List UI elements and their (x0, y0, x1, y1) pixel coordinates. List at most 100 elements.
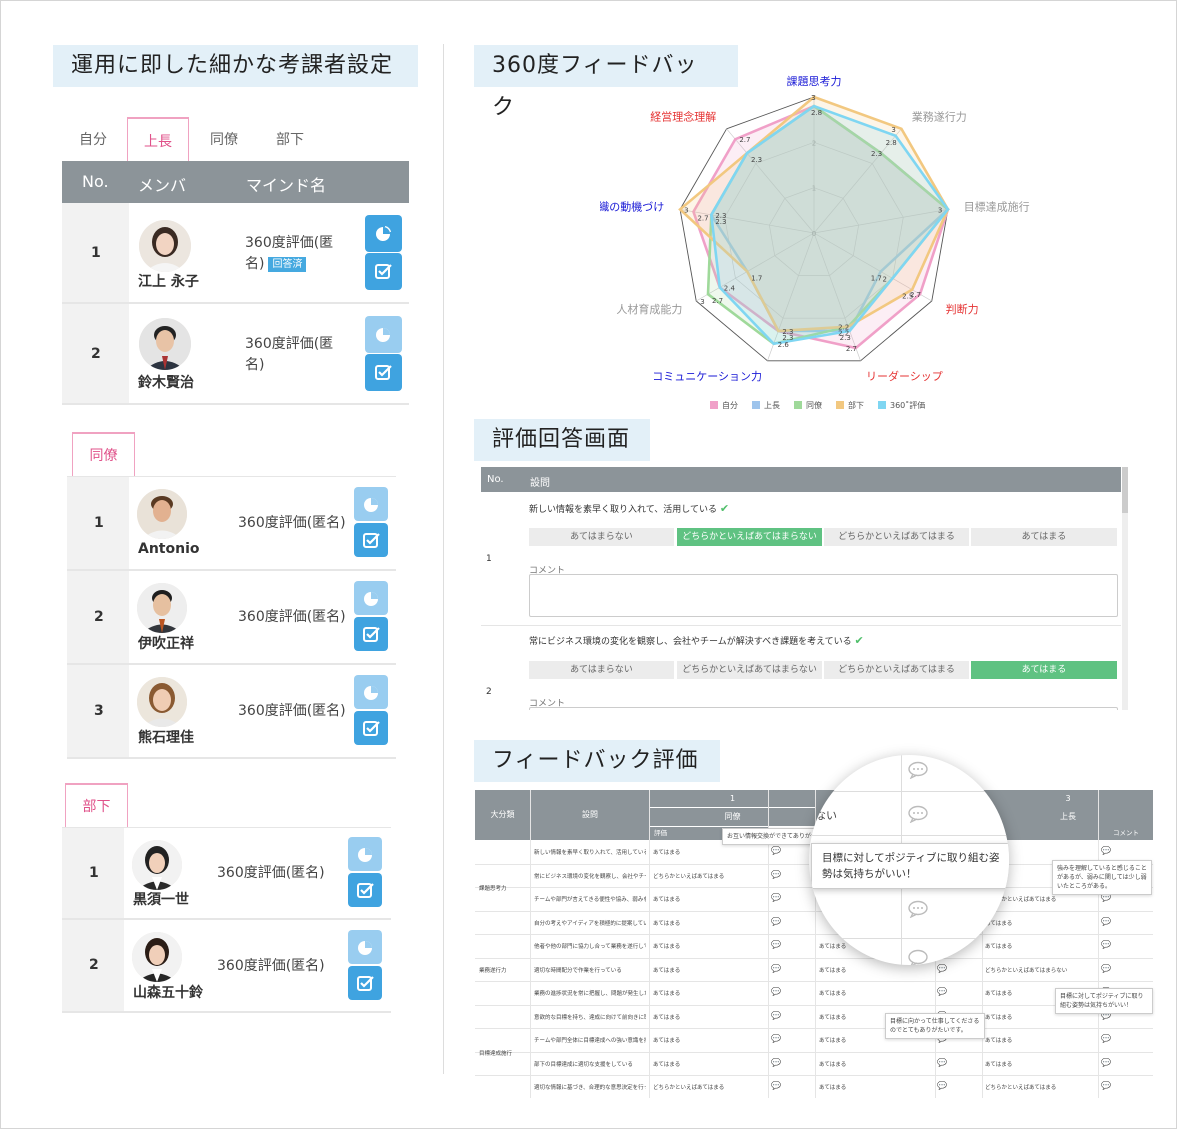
pie-chart-icon (364, 686, 378, 700)
tab-boss[interactable]: 上長 (127, 117, 189, 161)
answer-button[interactable] (354, 711, 388, 745)
answer-button[interactable] (348, 873, 382, 907)
legend-label: 上長 (764, 401, 780, 410)
speech-bubble-icon[interactable]: 💬 (771, 964, 781, 973)
category-cell: 課題思考力 (479, 886, 507, 892)
eval-cell: どちらかといえばあてはまる (653, 873, 725, 880)
pie-chart-icon (376, 226, 391, 241)
radar-value-label: 2.3 (782, 328, 793, 336)
row-number: 2 (94, 609, 104, 625)
result-chart-button[interactable] (348, 930, 382, 964)
tab-peer-section[interactable]: 同僚 (72, 432, 135, 476)
radar-value-label: 2.3 (751, 156, 762, 164)
legend-label: 同僚 (806, 400, 822, 410)
header-mind: マインド名 (246, 176, 327, 195)
avatar (137, 677, 187, 727)
survey-name: 360度評価(匿名) (217, 958, 325, 974)
member-name: 山森五十鈴 (133, 985, 203, 1001)
question-cell: 部下の目標達成に適切な支援をしている (534, 1061, 633, 1068)
speech-bubble-icon[interactable]: 💬 (1101, 846, 1111, 855)
answer-option[interactable]: あてはまらない (529, 528, 674, 546)
answer-button[interactable] (365, 354, 402, 391)
answer-button[interactable] (348, 966, 382, 1000)
answer-option[interactable]: どちらかといえばあてはまる (824, 661, 969, 679)
question-cell: チームや部門が言えてきる便性や協み、弱みを理解している (534, 897, 646, 903)
avatar (132, 840, 182, 890)
question-cell: 業務の進捗状況を常に把握し、問題が発生したときにも素早く対処を行っている (534, 991, 646, 997)
speech-bubble-icon[interactable]: 💬 (1101, 917, 1111, 926)
tab-self[interactable]: 自分 (62, 117, 124, 161)
header-comment: コメント (1099, 827, 1153, 840)
speech-bubble-icon[interactable]: 💬 (937, 964, 947, 973)
speech-bubble-icon[interactable]: 💬 (771, 870, 781, 879)
result-chart-button[interactable] (365, 316, 402, 353)
speech-bubble-icon[interactable]: 💬 (771, 987, 781, 996)
speech-bubble-icon[interactable]: 💬 (771, 1058, 781, 1067)
tab-subordinate[interactable]: 部下 (259, 117, 321, 161)
legend-swatch (752, 401, 760, 409)
speech-bubble-icon[interactable]: 💬 (1101, 940, 1111, 949)
question-cell: 自分の考えやアイディアを積極的に提案している (534, 920, 646, 927)
scrollbar[interactable] (1122, 467, 1128, 710)
result-chart-button[interactable] (365, 215, 402, 252)
tab-peer[interactable]: 同僚 (193, 117, 255, 161)
eval-cell: あてはまる (653, 920, 681, 927)
speech-bubble-icon[interactable] (907, 900, 929, 918)
speech-bubble-icon[interactable] (907, 761, 929, 779)
result-chart-button[interactable] (354, 675, 388, 709)
speech-bubble-icon[interactable]: 💬 (771, 917, 781, 926)
comment-input[interactable] (529, 574, 1118, 617)
checkbox-icon (357, 883, 374, 898)
question-text: 常にビジネス環境の変化を観察し、会社やチームが解決すべき課題を考えている ✔ (529, 634, 864, 647)
speech-bubble-icon[interactable]: 💬 (771, 1081, 781, 1090)
radar-value-label: 3 (891, 126, 895, 134)
role-tabs: 自分 上長 同僚 部下 (62, 117, 409, 161)
speech-bubble-icon[interactable] (907, 949, 929, 965)
answer-option[interactable]: あてはまらない (529, 661, 674, 679)
speech-bubble-icon[interactable]: 💬 (771, 940, 781, 949)
speech-bubble-icon[interactable]: 💬 (937, 987, 947, 996)
member-name: 熊石理佳 (138, 730, 194, 746)
speech-bubble-icon[interactable]: 💬 (771, 893, 781, 902)
radar-value-label: 2.7 (712, 297, 723, 305)
eval-cell: あてはまる (653, 1038, 681, 1044)
answer-option[interactable]: あてはまる (971, 528, 1117, 546)
answer-option-selected[interactable]: あてはまる (971, 661, 1117, 679)
radar-axis-label: リーダーシップ (866, 369, 943, 383)
eval-cell: どちらかといえばあてはまらない (985, 967, 1068, 974)
radar-axis-label: 経営理念理解 (650, 110, 716, 124)
answer-button[interactable] (365, 253, 402, 290)
eval-cell: あてはまる (985, 1038, 1013, 1044)
result-chart-button[interactable] (348, 837, 382, 871)
answer-option[interactable]: どちらかといえばあてはまる (824, 528, 969, 546)
row-number: 1 (89, 865, 99, 881)
radar-value-label: 3 (684, 206, 688, 214)
speech-bubble-icon[interactable]: 💬 (771, 1011, 781, 1020)
speech-bubble-icon[interactable]: 💬 (937, 1058, 947, 1067)
category-cell: 業務遂行力 (479, 968, 507, 975)
radar-value-label: 2.5 (902, 293, 913, 301)
comment-tooltip: 目標に向かって仕事してくださるのでとてもありがたいです。 (885, 1013, 985, 1039)
result-chart-button[interactable] (354, 487, 388, 521)
eval-cell: あてはまる (819, 1014, 847, 1021)
speech-bubble-icon[interactable] (907, 805, 929, 823)
answer-button[interactable] (354, 523, 388, 557)
legend-label: 部下 (848, 400, 864, 410)
answer-option[interactable]: どちらかといえばあてはまらない (677, 661, 822, 679)
checkbox-icon (375, 264, 392, 279)
legend-swatch (710, 401, 718, 409)
legend-label: 360˚評価 (890, 400, 925, 410)
comment-input[interactable] (529, 707, 1118, 710)
speech-bubble-icon[interactable]: 💬 (1101, 1034, 1111, 1043)
tab-subordinate-section[interactable]: 部下 (65, 783, 128, 827)
speech-bubble-icon[interactable]: 💬 (1101, 964, 1111, 973)
speech-bubble-icon[interactable]: 💬 (937, 1081, 947, 1090)
speech-bubble-icon[interactable]: 💬 (1101, 1081, 1111, 1090)
answer-option-selected[interactable]: どちらかといえばあてはまらない (677, 528, 822, 546)
speech-bubble-icon[interactable]: 💬 (771, 1034, 781, 1043)
speech-bubble-icon[interactable]: 💬 (1101, 1058, 1111, 1067)
answer-button[interactable] (354, 617, 388, 651)
speech-bubble-icon[interactable]: 💬 (771, 846, 781, 855)
table-row: 2 鈴木賢治 360度評価(匿名) (62, 304, 409, 405)
result-chart-button[interactable] (354, 581, 388, 615)
